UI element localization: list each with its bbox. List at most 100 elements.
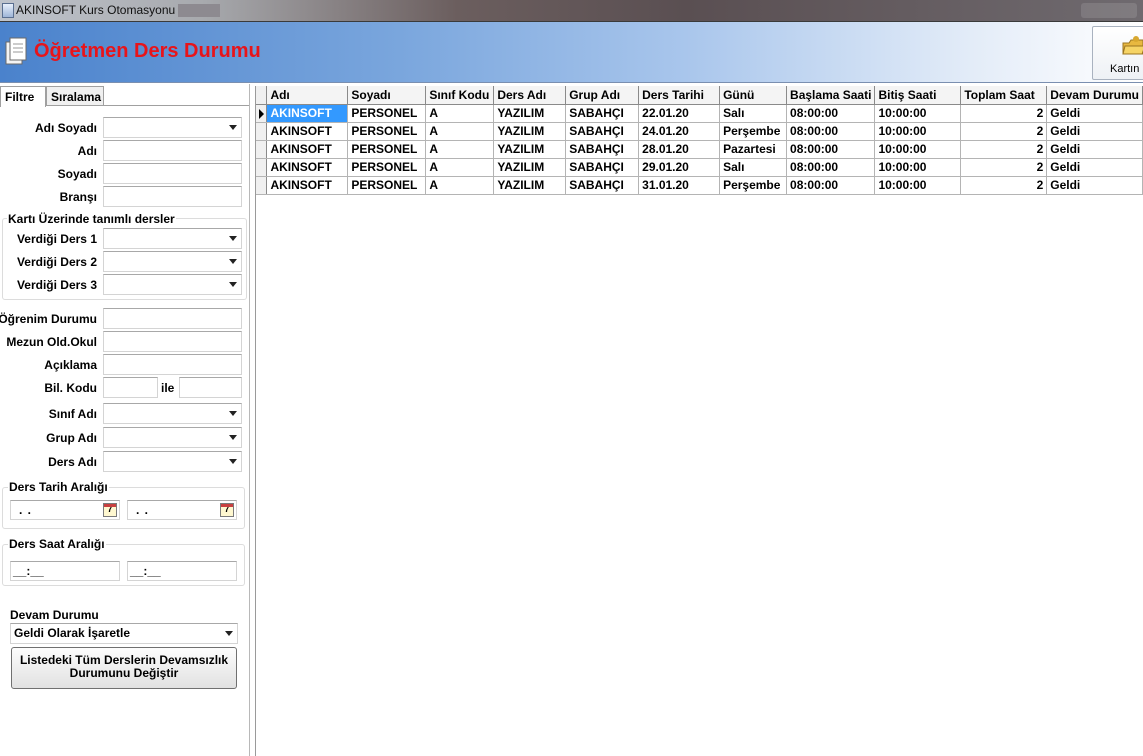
table-cell[interactable]: Perşembe xyxy=(719,176,788,195)
soyadi-input[interactable] xyxy=(103,163,242,184)
table-cell[interactable]: YAZILIM xyxy=(493,176,567,195)
table-cell[interactable]: 2 xyxy=(960,158,1048,177)
table-cell[interactable]: AKINSOFT xyxy=(266,140,349,159)
column-header[interactable]: Bitiş Saati xyxy=(874,86,962,105)
column-header[interactable]: Ders Adı xyxy=(493,86,567,105)
table-cell[interactable]: 08:00:00 xyxy=(786,158,876,177)
table-cell[interactable]: YAZILIM xyxy=(493,104,567,123)
table-cell[interactable]: SABAHÇI xyxy=(565,122,640,141)
table-cell[interactable]: SABAHÇI xyxy=(565,158,640,177)
bil-kodu-start-input[interactable] xyxy=(103,377,158,398)
sinif-adi-combo[interactable] xyxy=(103,403,242,424)
table-cell[interactable]: 08:00:00 xyxy=(786,104,876,123)
table-cell[interactable]: 10:00:00 xyxy=(874,140,962,159)
table-cell[interactable]: SABAHÇI xyxy=(565,176,640,195)
column-header[interactable]: Sınıf Kodu xyxy=(425,86,495,105)
table-cell[interactable]: Geldi xyxy=(1046,140,1143,159)
change-attendance-button[interactable]: Listedeki Tüm Derslerin Devamsızlık Duru… xyxy=(11,647,237,689)
table-cell[interactable]: 08:00:00 xyxy=(786,140,876,159)
table-row[interactable]: AKINSOFT PERSONEL A YAZILIM SABAHÇI 24.01.20 P… xyxy=(256,122,1143,141)
ders-tarih-start-input[interactable]: . . 7 xyxy=(10,500,120,520)
table-row[interactable]: AKINSOFT PERSONEL A YAZILIM SABAHÇI 31.01.20 P… xyxy=(256,176,1143,195)
table-cell[interactable]: A xyxy=(425,140,495,159)
row-indicator[interactable] xyxy=(256,104,268,123)
table-cell[interactable]: 2 xyxy=(960,122,1048,141)
table-cell[interactable]: 10:00:00 xyxy=(874,158,962,177)
card-button[interactable]: Kartın xyxy=(1092,26,1143,80)
table-cell[interactable]: Salı xyxy=(719,104,788,123)
column-header[interactable]: Devam Durumu xyxy=(1046,86,1143,105)
table-cell[interactable]: Geldi xyxy=(1046,158,1143,177)
verdigi-ders-2-combo[interactable] xyxy=(103,251,242,272)
table-cell[interactable]: A xyxy=(425,104,495,123)
table-cell[interactable]: 31.01.20 xyxy=(638,176,721,195)
column-header[interactable]: Adı xyxy=(266,86,349,105)
row-indicator[interactable] xyxy=(256,158,268,177)
ders-tarih-end-input[interactable]: . . 7 xyxy=(127,500,237,520)
bil-kodu-end-input[interactable] xyxy=(179,377,242,398)
table-cell[interactable]: AKINSOFT xyxy=(266,158,349,177)
table-cell[interactable]: AKINSOFT xyxy=(266,122,349,141)
ogrenim-durumu-input[interactable] xyxy=(103,308,242,329)
mezun-okul-input[interactable] xyxy=(103,331,242,352)
column-header[interactable]: Günü xyxy=(719,86,788,105)
table-cell[interactable]: Salı xyxy=(719,158,788,177)
column-header[interactable]: Başlama Saati xyxy=(786,86,876,105)
table-cell[interactable]: 2 xyxy=(960,140,1048,159)
table-cell[interactable]: A xyxy=(425,176,495,195)
table-cell[interactable]: PERSONEL xyxy=(347,158,427,177)
calendar-icon[interactable]: 7 xyxy=(220,503,234,517)
table-cell[interactable]: YAZILIM xyxy=(493,122,567,141)
table-cell[interactable]: Perşembe xyxy=(719,122,788,141)
table-cell[interactable]: Geldi xyxy=(1046,176,1143,195)
table-cell[interactable]: 08:00:00 xyxy=(786,122,876,141)
table-cell[interactable]: PERSONEL xyxy=(347,104,427,123)
table-cell[interactable]: 10:00:00 xyxy=(874,122,962,141)
verdigi-ders-3-combo[interactable] xyxy=(103,274,242,295)
table-cell[interactable]: 28.01.20 xyxy=(638,140,721,159)
window-controls-area[interactable] xyxy=(1081,3,1137,18)
table-row[interactable]: AKINSOFT PERSONEL A YAZILIM SABAHÇI 29.01.20 S… xyxy=(256,158,1143,177)
table-cell[interactable]: 2 xyxy=(960,104,1048,123)
table-cell[interactable]: 10:00:00 xyxy=(874,104,962,123)
table-cell[interactable]: A xyxy=(425,158,495,177)
table-cell[interactable]: AKINSOFT xyxy=(266,176,349,195)
ders-saat-end-input[interactable]: __:__ xyxy=(127,561,237,581)
ders-saat-start-input[interactable]: __:__ xyxy=(10,561,120,581)
table-cell[interactable]: PERSONEL xyxy=(347,140,427,159)
ders-adi-combo[interactable] xyxy=(103,451,242,472)
table-cell[interactable]: SABAHÇI xyxy=(565,104,640,123)
table-cell[interactable]: PERSONEL xyxy=(347,176,427,195)
table-cell[interactable]: PERSONEL xyxy=(347,122,427,141)
table-cell[interactable]: YAZILIM xyxy=(493,140,567,159)
table-row[interactable]: AKINSOFT PERSONEL A YAZILIM SABAHÇI 28.01.20 P… xyxy=(256,140,1143,159)
table-cell[interactable]: A xyxy=(425,122,495,141)
table-cell[interactable]: 2 xyxy=(960,176,1048,195)
row-indicator[interactable] xyxy=(256,140,268,159)
table-cell[interactable]: SABAHÇI xyxy=(565,140,640,159)
table-cell[interactable]: 29.01.20 xyxy=(638,158,721,177)
table-cell[interactable]: Geldi xyxy=(1046,122,1143,141)
table-cell[interactable]: 24.01.20 xyxy=(638,122,721,141)
table-cell[interactable]: Geldi xyxy=(1046,104,1143,123)
adi-soyadi-combo[interactable] xyxy=(103,117,242,138)
column-header[interactable]: Toplam Saat xyxy=(960,86,1048,105)
tab-siralama[interactable]: Sıralama xyxy=(46,86,104,106)
table-cell[interactable]: AKINSOFT xyxy=(266,104,349,123)
verdigi-ders-1-combo[interactable] xyxy=(103,228,242,249)
column-header[interactable]: Soyadı xyxy=(347,86,427,105)
row-indicator[interactable] xyxy=(256,122,268,141)
table-cell[interactable]: Pazartesi xyxy=(719,140,788,159)
calendar-icon[interactable]: 7 xyxy=(103,503,117,517)
column-header[interactable]: Ders Tarihi xyxy=(638,86,721,105)
table-cell[interactable]: 10:00:00 xyxy=(874,176,962,195)
devam-durumu-combo[interactable]: Geldi Olarak İşaretle xyxy=(10,623,238,644)
column-header[interactable]: Grup Adı xyxy=(565,86,640,105)
adi-input[interactable] xyxy=(103,140,242,161)
table-cell[interactable]: 08:00:00 xyxy=(786,176,876,195)
bransi-input[interactable] xyxy=(103,186,242,207)
tab-filtre[interactable]: Filtre xyxy=(0,86,46,107)
aciklama-input[interactable] xyxy=(103,354,242,375)
grup-adi-combo[interactable] xyxy=(103,427,242,448)
row-indicator[interactable] xyxy=(256,176,268,195)
